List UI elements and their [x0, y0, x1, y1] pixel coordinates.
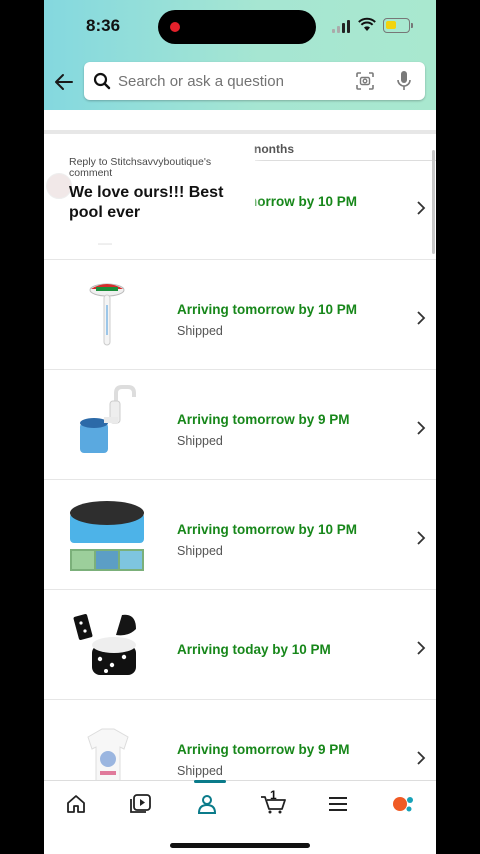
product-thumbnail	[73, 614, 136, 675]
home-indicator	[170, 843, 310, 848]
product-thumbnail	[87, 728, 129, 780]
chevron-right-icon	[417, 641, 426, 655]
order-row[interactable]: Arriving tomorrow by 9 PM Shipped	[44, 370, 436, 480]
comment-reply-overlay: Reply to Stitchsavvyboutique's comment W…	[44, 145, 255, 243]
camera-scan-icon[interactable]	[356, 72, 374, 90]
account-icon	[197, 795, 217, 814]
rufus-icon	[393, 797, 413, 812]
microphone-icon[interactable]	[396, 70, 412, 92]
search-bar[interactable]	[84, 62, 425, 100]
header: 8:36	[44, 0, 436, 110]
home-icon	[67, 795, 85, 813]
product-thumbnail	[70, 501, 144, 571]
chevron-right-icon	[417, 311, 426, 325]
cart-count-badge: 1	[270, 788, 277, 802]
nav-home[interactable]	[61, 791, 91, 817]
back-arrow-icon	[55, 74, 73, 90]
battery-icon	[383, 18, 410, 33]
product-thumbnail	[80, 385, 136, 453]
wifi-icon	[358, 17, 376, 31]
shipping-status: Shipped	[177, 324, 223, 338]
bottom-nav: 1	[44, 780, 436, 854]
order-row[interactable]: Arriving tomorrow by 9 PM Shipped	[44, 700, 436, 780]
active-tab-indicator	[194, 780, 226, 783]
order-row[interactable]: Arriving tomorrow by 10 PM Shipped	[44, 480, 436, 590]
shipping-status: Shipped	[177, 544, 223, 558]
shipping-status: Shipped	[177, 764, 223, 778]
scrollbar[interactable]	[432, 150, 435, 254]
search-icon	[93, 72, 111, 90]
recording-indicator-icon	[170, 22, 180, 32]
chevron-right-icon	[417, 201, 426, 215]
nav-rufus[interactable]	[388, 791, 418, 817]
chevron-right-icon	[417, 531, 426, 545]
nav-menu[interactable]	[323, 791, 353, 817]
order-row[interactable]: Arriving today by 10 PM	[44, 590, 436, 700]
video-icon	[130, 794, 151, 813]
chevron-right-icon	[417, 751, 426, 765]
nav-video[interactable]	[126, 791, 156, 817]
arrival-status: Arriving tomorrow by 9 PM	[177, 742, 350, 757]
arrival-status: Arriving tomorrow by 10 PM	[177, 522, 358, 537]
phone-screen: 8:36 Search or ask a question nonths Arr…	[44, 0, 436, 854]
section-divider	[44, 130, 436, 134]
cellular-signal-icon	[332, 20, 350, 33]
order-row[interactable]: Arriving tomorrow by 10 PM Shipped	[44, 260, 436, 370]
arrival-status: Arriving tomorrow by 10 PM	[177, 302, 358, 317]
arrival-status: Arriving tomorrow by 9 PM	[177, 412, 350, 427]
dynamic-island	[158, 10, 316, 44]
status-time: 8:36	[86, 16, 121, 35]
search-input[interactable]	[118, 62, 348, 100]
chevron-right-icon	[417, 421, 426, 435]
menu-icon	[329, 797, 347, 811]
product-thumbnail	[89, 283, 125, 346]
shipping-status: Shipped	[177, 434, 223, 448]
comment-reply-label: Reply to Stitchsavvyboutique's comment	[69, 156, 212, 179]
nav-account[interactable]	[192, 791, 222, 817]
comment-text: We love ours!!! Best pool ever	[69, 184, 224, 221]
arrival-status: Arriving today by 10 PM	[177, 642, 331, 657]
back-button[interactable]	[52, 68, 76, 96]
